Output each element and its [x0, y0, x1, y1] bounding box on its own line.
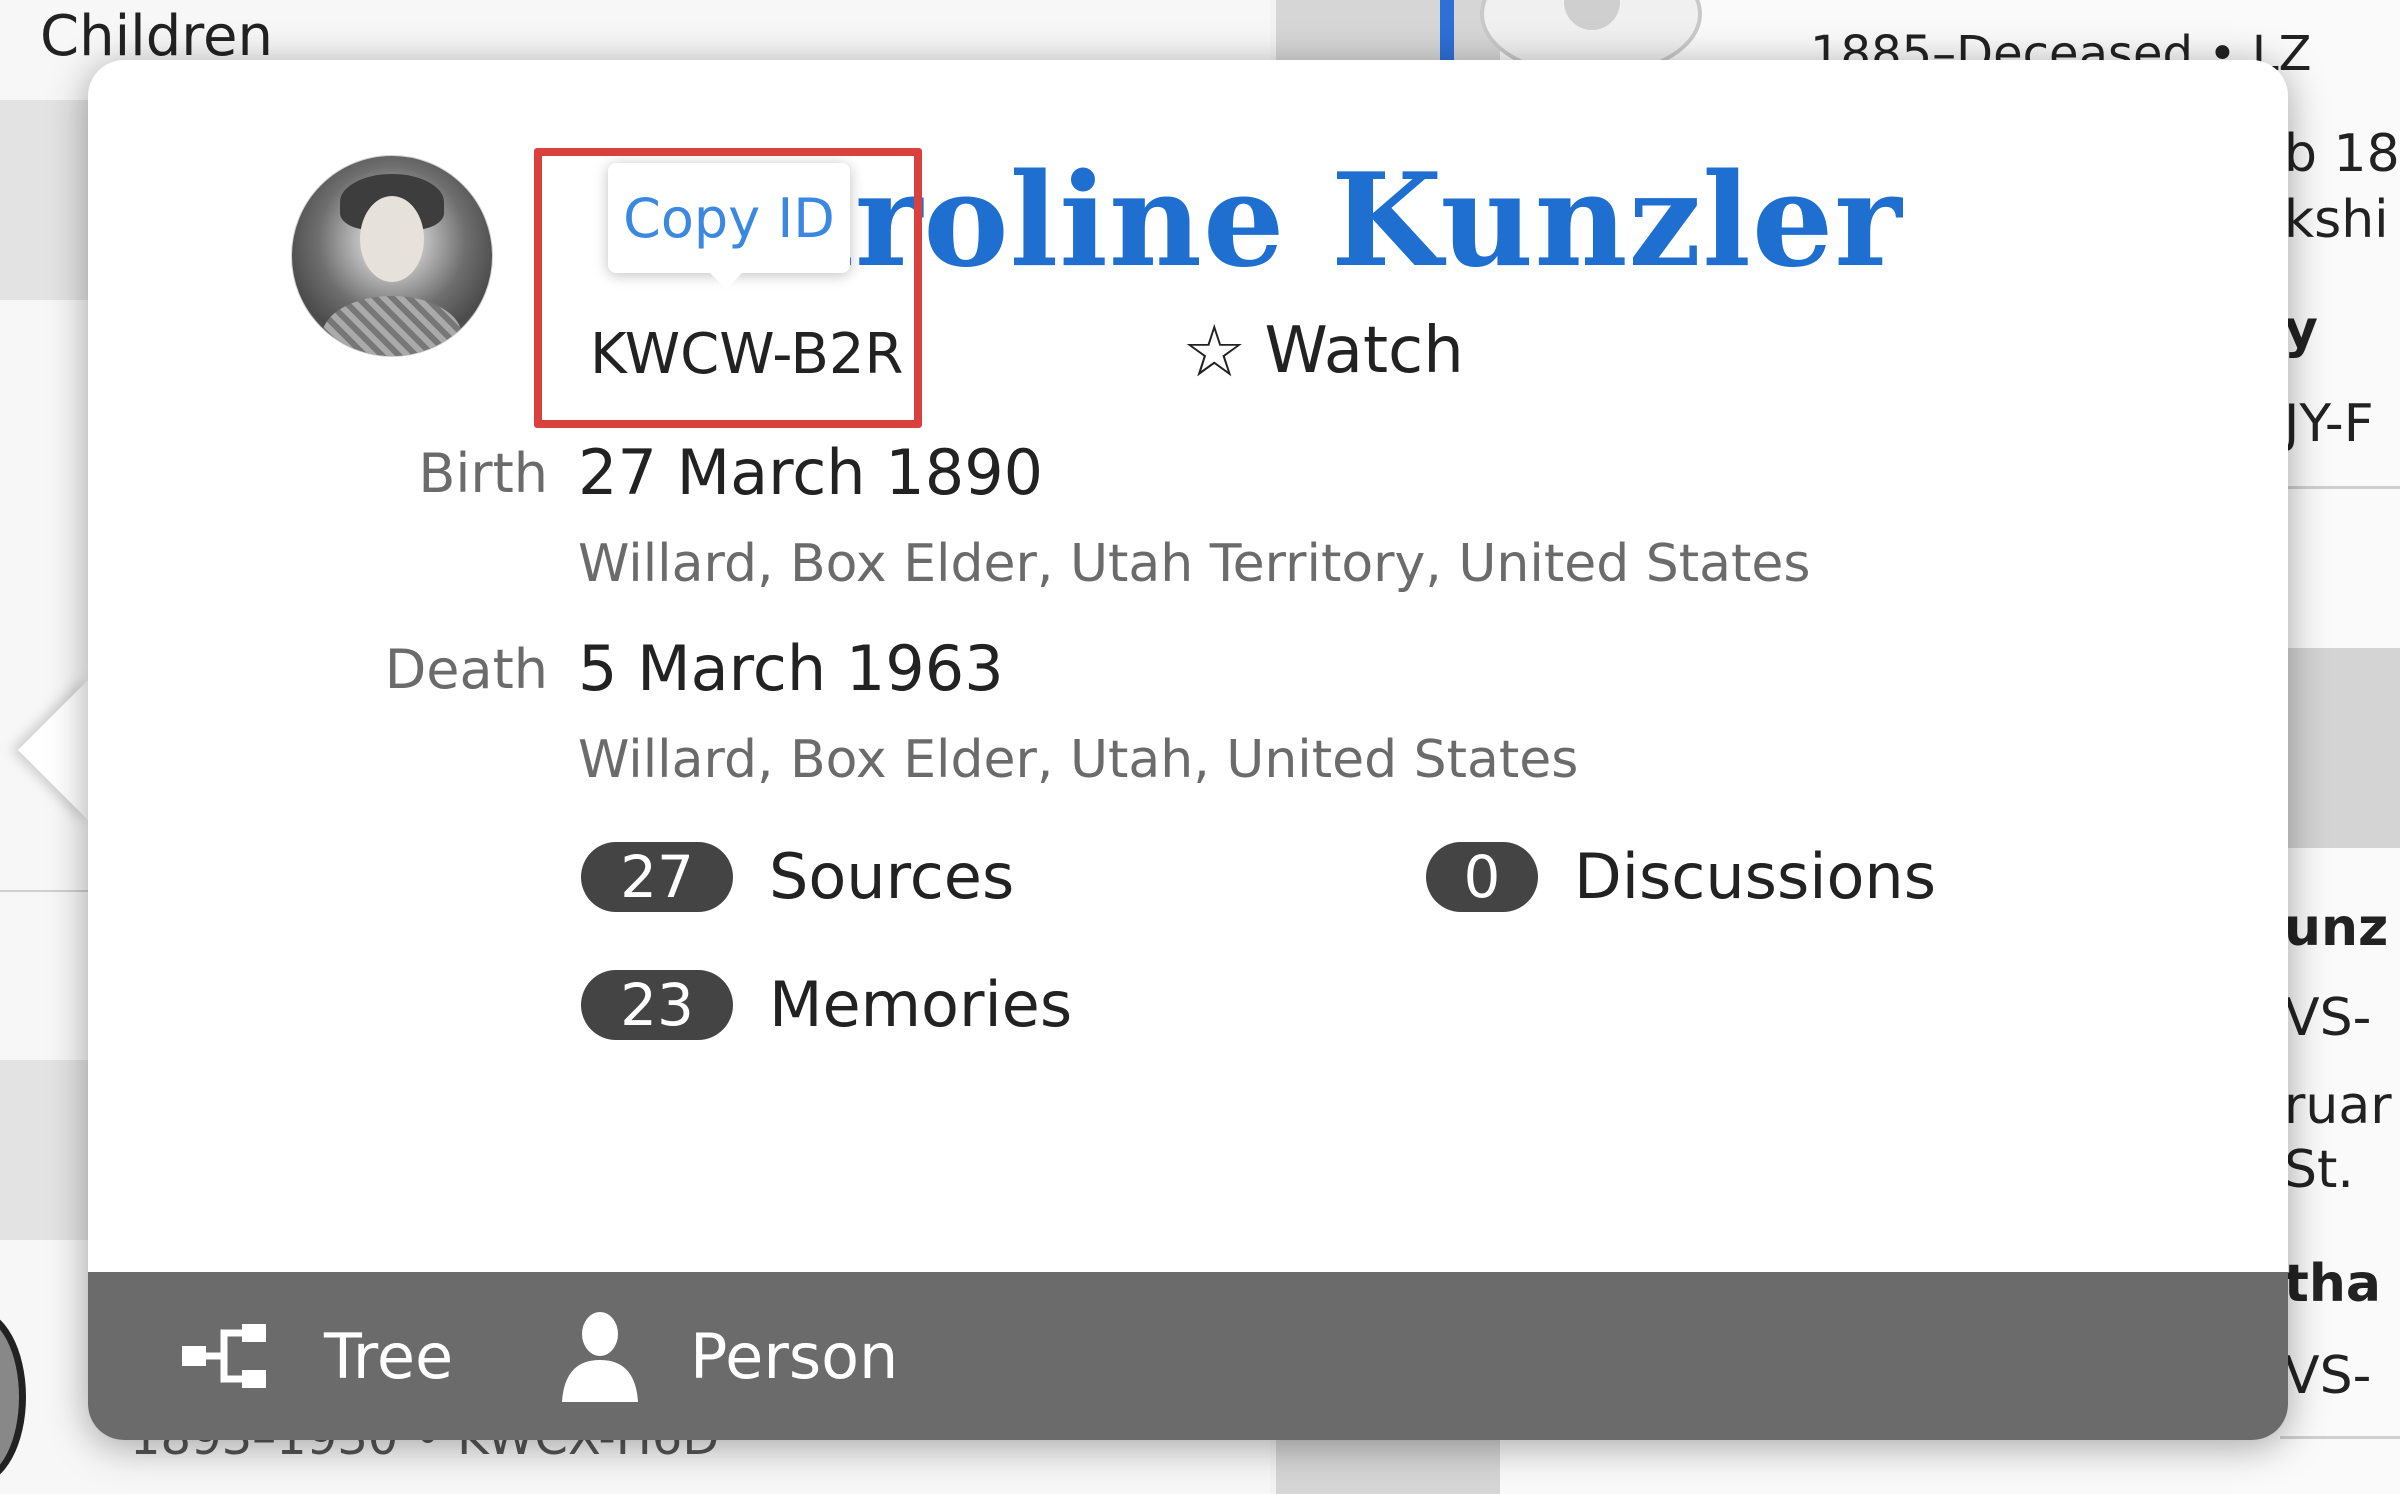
- birth-label: Birth: [418, 442, 548, 505]
- tree-label: Tree: [324, 1319, 454, 1393]
- bg-fragment: VS-: [2284, 1346, 2372, 1406]
- sources-link[interactable]: 27 Sources: [581, 840, 1014, 913]
- sources-label: Sources: [769, 840, 1015, 913]
- star-outline-icon: ☆: [1182, 309, 1247, 393]
- sources-count-badge: 27: [581, 841, 733, 912]
- memories-label: Memories: [769, 968, 1073, 1041]
- popover-pointer: [18, 678, 90, 822]
- bg-divider: [2280, 486, 2400, 489]
- person-label: Person: [690, 1319, 899, 1393]
- watch-button[interactable]: ☆ Watch: [1182, 314, 1464, 388]
- person-button[interactable]: Person: [560, 1310, 898, 1402]
- bg-fragment: tha: [2284, 1254, 2381, 1314]
- discussions-count-badge: 0: [1426, 841, 1538, 912]
- bg-fragment: ruar: [2284, 1076, 2392, 1136]
- annotation-highlight-box: [534, 148, 922, 428]
- birth-date: 27 March 1890: [578, 436, 1044, 509]
- discussions-label: Discussions: [1574, 840, 1937, 913]
- memories-count-badge: 23: [581, 969, 733, 1040]
- bg-fragment: VS-: [2284, 988, 2372, 1048]
- bg-divider: [2280, 1436, 2400, 1439]
- person-icon: [560, 1310, 640, 1402]
- death-place: Willard, Box Elder, Utah, United States: [578, 730, 1579, 790]
- tree-icon: [178, 1320, 274, 1392]
- person-portrait[interactable]: [291, 155, 493, 357]
- background-accent-bar: [1440, 0, 1454, 60]
- death-label: Death: [384, 638, 548, 701]
- bg-fragment: y: [2284, 300, 2318, 360]
- bg-fragment: kshi: [2284, 190, 2389, 250]
- bg-fragment: b 18: [2284, 124, 2400, 184]
- bg-fragment: St.: [2284, 1140, 2354, 1200]
- watch-label: Watch: [1264, 314, 1464, 388]
- person-summary-card: Caroline Kunzler Copy ID KWCW-B2R ☆ Watc…: [88, 60, 2288, 1440]
- discussions-link[interactable]: 0 Discussions: [1426, 840, 1936, 913]
- birth-place: Willard, Box Elder, Utah Territory, Unit…: [578, 534, 1811, 594]
- bg-fragment: JY-F: [2284, 394, 2374, 454]
- memories-link[interactable]: 23 Memories: [581, 968, 1072, 1041]
- card-footer: Tree Person: [88, 1272, 2288, 1440]
- tree-button[interactable]: Tree: [178, 1320, 453, 1393]
- bg-fragment: unz: [2284, 898, 2389, 958]
- death-date: 5 March 1963: [578, 632, 1004, 705]
